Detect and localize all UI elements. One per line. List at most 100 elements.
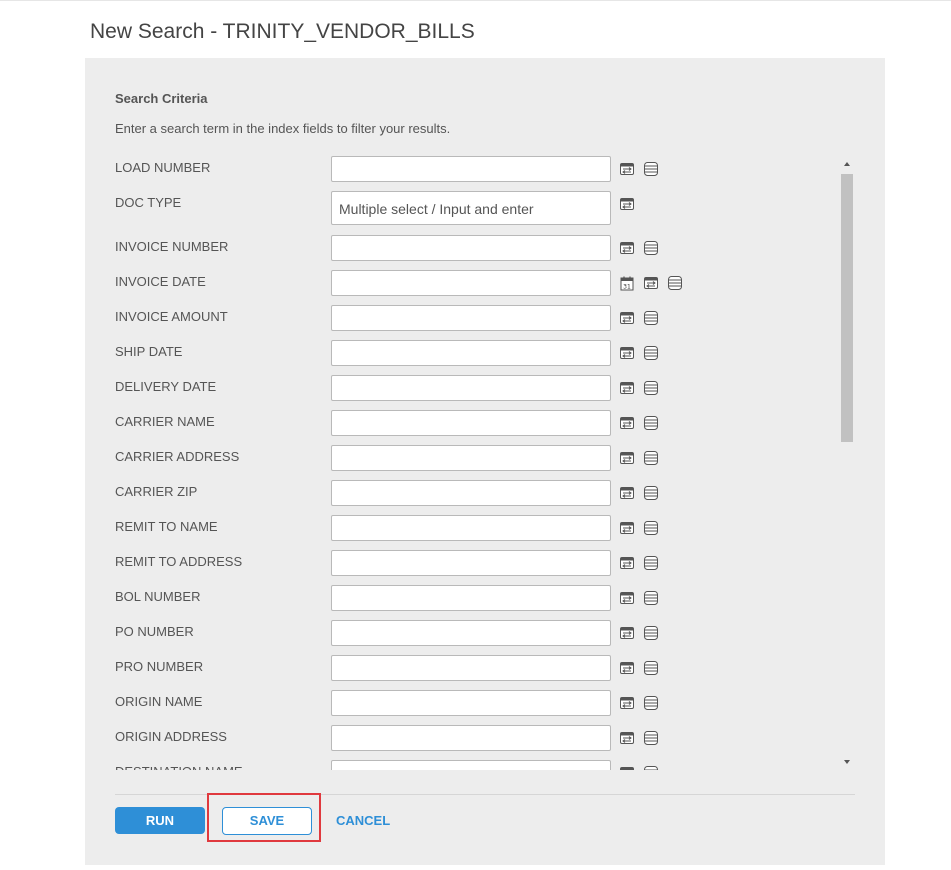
list-icon[interactable]	[643, 695, 659, 711]
list-icon[interactable]	[643, 625, 659, 641]
list-icon[interactable]	[643, 485, 659, 501]
field-input[interactable]	[331, 655, 611, 681]
filter-icon[interactable]	[619, 695, 635, 711]
field-row: PRO NUMBER	[85, 655, 845, 685]
field-icons: 31	[619, 275, 683, 291]
filter-icon[interactable]	[619, 380, 635, 396]
field-row: INVOICE DATE 31	[85, 270, 845, 300]
field-icons	[619, 695, 659, 711]
filter-icon[interactable]	[619, 765, 635, 770]
field-label: PRO NUMBER	[115, 659, 204, 674]
fields-scroll-area[interactable]: LOAD NUMBER DOC TYPE Multiple select / Inp…	[85, 156, 855, 770]
scrollbar-thumb[interactable]	[841, 174, 853, 442]
field-input[interactable]	[331, 515, 611, 541]
search-panel: Search Criteria Enter a search term in t…	[85, 58, 885, 865]
field-icons	[619, 240, 659, 256]
list-icon[interactable]	[643, 555, 659, 571]
field-row: REMIT TO ADDRESS	[85, 550, 845, 580]
filter-icon[interactable]	[619, 415, 635, 431]
field-icons	[619, 520, 659, 536]
list-icon[interactable]	[643, 415, 659, 431]
filter-icon[interactable]	[619, 625, 635, 641]
filter-icon[interactable]	[619, 161, 635, 177]
list-icon[interactable]	[643, 240, 659, 256]
calendar-icon[interactable]: 31	[619, 275, 635, 291]
field-label: ORIGIN ADDRESS	[115, 729, 227, 744]
field-row: PO NUMBER	[85, 620, 845, 650]
filter-icon[interactable]	[619, 555, 635, 571]
list-icon[interactable]	[643, 380, 659, 396]
field-input[interactable]	[331, 480, 611, 506]
list-icon[interactable]	[643, 765, 659, 770]
list-icon[interactable]	[643, 520, 659, 536]
field-icons	[619, 450, 659, 466]
field-input[interactable]	[331, 270, 611, 296]
field-input[interactable]	[331, 410, 611, 436]
field-label: CARRIER NAME	[115, 414, 215, 429]
filter-icon[interactable]	[619, 660, 635, 676]
field-label: INVOICE DATE	[115, 274, 206, 289]
list-icon[interactable]	[643, 310, 659, 326]
field-row: ORIGIN ADDRESS	[85, 725, 845, 755]
field-label: DESTINATION NAME	[115, 764, 243, 770]
field-icons	[619, 415, 659, 431]
list-icon[interactable]	[643, 660, 659, 676]
field-input[interactable]	[331, 690, 611, 716]
filter-icon[interactable]	[619, 485, 635, 501]
field-label: REMIT TO NAME	[115, 519, 218, 534]
list-icon[interactable]	[643, 161, 659, 177]
search-criteria-heading: Search Criteria	[115, 91, 208, 106]
field-label: CARRIER ZIP	[115, 484, 198, 499]
field-icons	[619, 660, 659, 676]
field-row: INVOICE NUMBER	[85, 235, 845, 265]
field-label: ORIGIN NAME	[115, 694, 203, 709]
field-input[interactable]	[331, 550, 611, 576]
scroll-down-arrow-icon[interactable]	[839, 754, 855, 770]
field-input[interactable]	[331, 445, 611, 471]
scroll-up-arrow-icon[interactable]	[839, 156, 855, 172]
field-input[interactable]	[331, 585, 611, 611]
list-icon[interactable]	[667, 275, 683, 291]
list-icon[interactable]	[643, 730, 659, 746]
field-input-placeholder: Multiple select / Input and enter	[339, 201, 534, 217]
run-button[interactable]: RUN	[115, 807, 205, 834]
field-icons	[619, 485, 659, 501]
filter-icon[interactable]	[619, 196, 635, 212]
list-icon[interactable]	[643, 590, 659, 606]
field-input[interactable]	[331, 375, 611, 401]
filter-icon[interactable]	[619, 730, 635, 746]
filter-icon[interactable]	[643, 275, 659, 291]
field-row: SHIP DATE	[85, 340, 845, 370]
field-row: DOC TYPE Multiple select / Input and ente…	[85, 191, 845, 225]
filter-icon[interactable]	[619, 310, 635, 326]
save-button[interactable]: SAVE	[222, 807, 312, 835]
field-label: CARRIER ADDRESS	[115, 449, 240, 464]
field-input[interactable]	[331, 235, 611, 261]
filter-icon[interactable]	[619, 450, 635, 466]
search-criteria-description: Enter a search term in the index fields …	[115, 121, 451, 136]
field-icons	[619, 765, 659, 770]
filter-icon[interactable]	[619, 590, 635, 606]
field-input[interactable]	[331, 156, 611, 182]
list-icon[interactable]	[643, 450, 659, 466]
field-row: DELIVERY DATE	[85, 375, 845, 405]
vertical-scrollbar[interactable]	[839, 156, 855, 770]
field-input[interactable]: Multiple select / Input and enter	[331, 191, 611, 225]
top-divider	[0, 0, 951, 1]
field-label: SHIP DATE	[115, 344, 183, 359]
list-icon[interactable]	[643, 345, 659, 361]
field-label: PO NUMBER	[115, 624, 194, 639]
field-input[interactable]	[331, 620, 611, 646]
field-row: ORIGIN NAME	[85, 690, 845, 720]
field-input[interactable]	[331, 760, 611, 770]
field-input[interactable]	[331, 725, 611, 751]
filter-icon[interactable]	[619, 520, 635, 536]
filter-icon[interactable]	[619, 240, 635, 256]
field-row: BOL NUMBER	[85, 585, 845, 615]
filter-icon[interactable]	[619, 345, 635, 361]
field-input[interactable]	[331, 340, 611, 366]
field-row: CARRIER NAME	[85, 410, 845, 440]
field-row: CARRIER ZIP	[85, 480, 845, 510]
field-input[interactable]	[331, 305, 611, 331]
cancel-button[interactable]: CANCEL	[336, 813, 390, 828]
